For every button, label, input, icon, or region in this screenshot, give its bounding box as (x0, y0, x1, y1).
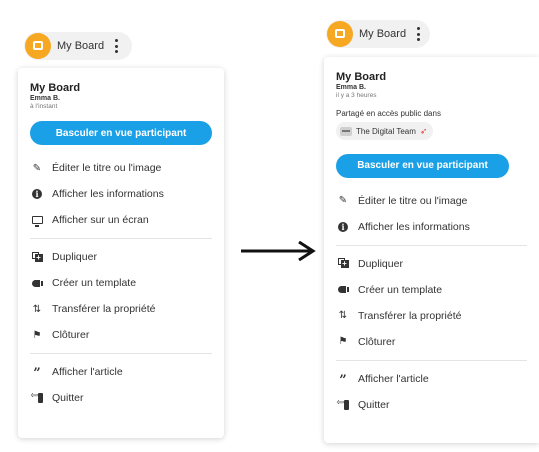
menu-item-label: Éditer le titre ou l'image (52, 162, 162, 174)
menu-item-label: Afficher l'article (52, 366, 123, 378)
menu-item-label: Clôturer (358, 335, 396, 348)
board-timestamp: il y a 3 heures (336, 92, 377, 99)
menu-item-label: Afficher l'article (358, 372, 429, 385)
menu-item-transfer-ownership[interactable]: ⇅ Transférer la propriété (336, 303, 527, 329)
team-chip[interactable]: The Digital Team ➶ (336, 122, 434, 140)
menu-item-label: Dupliquer (358, 257, 403, 270)
menu-item-show-info[interactable]: i Afficher les informations (336, 214, 527, 240)
menu-item-label: Clôturer (52, 329, 90, 341)
team-name: The Digital Team (356, 126, 416, 136)
menu-item-label: Afficher les informations (52, 188, 164, 200)
flag-icon: ⚑ (338, 336, 348, 347)
board-logo-icon (25, 33, 51, 59)
duplicate-icon (336, 257, 350, 271)
menu-item-label: Éditer le titre ou l'image (358, 194, 468, 207)
menu-item-quit[interactable]: Quitter (30, 385, 212, 411)
menu-item-edit-title[interactable]: ✎ Éditer le titre ou l'image (336, 188, 527, 214)
board-owner: Emma B. (336, 84, 366, 91)
menu-item-create-template[interactable]: Créer un template (336, 277, 527, 303)
board-menu-after: My Board Emma B. il y a 3 heures Partagé… (324, 57, 539, 443)
menu-item-close-board[interactable]: ⚑ Clôturer (336, 329, 527, 355)
board-timestamp: à l'instant (30, 103, 58, 110)
shared-public-label: Partagé en accès public dans (336, 109, 441, 118)
quote-icon: ” (33, 366, 41, 381)
duplicate-icon (30, 250, 44, 264)
menu-item-duplicate[interactable]: Dupliquer (30, 244, 212, 270)
switch-participant-view-button[interactable]: Basculer en vue participant (336, 153, 509, 178)
menu-item-transfer-ownership[interactable]: ⇅ Transférer la propriété (30, 296, 212, 322)
kebab-menu-icon[interactable] (112, 38, 120, 54)
board-pill-title: My Board (57, 40, 105, 52)
exit-icon (336, 397, 350, 412)
flag-icon: ⚑ (32, 329, 42, 341)
menu-item-show-info[interactable]: i Afficher les informations (30, 181, 212, 207)
template-icon (30, 276, 44, 290)
menu-item-create-template[interactable]: Créer un template (30, 270, 212, 296)
kebab-menu-icon[interactable] (414, 26, 422, 42)
menu-item-duplicate[interactable]: Dupliquer (336, 251, 527, 277)
info-icon: i (336, 220, 350, 234)
quote-icon: ” (339, 372, 347, 388)
info-icon: i (30, 187, 44, 201)
menu-item-label: Créer un template (52, 277, 137, 289)
menu-item-label: Dupliquer (52, 251, 97, 263)
menu-item-label: Transférer la propriété (358, 309, 462, 322)
template-icon (336, 283, 350, 297)
menu-item-close-board[interactable]: ⚑ Clôturer (30, 322, 212, 348)
menu-item-edit-title[interactable]: ✎ Éditer le titre ou l'image (30, 155, 212, 181)
rocket-icon: ➶ (419, 125, 428, 136)
menu-item-show-article[interactable]: ” Afficher l'article (336, 366, 527, 392)
team-logo-icon (340, 126, 352, 136)
menu-item-label: Quitter (358, 398, 390, 411)
transfer-icon: ⇅ (338, 310, 348, 321)
menu-item-label: Quitter (52, 392, 84, 404)
switch-participant-view-button[interactable]: Basculer en vue participant (30, 121, 212, 145)
menu-item-label: Afficher les informations (358, 220, 470, 233)
board-pill-before[interactable]: My Board (24, 32, 132, 60)
transfer-icon: ⇅ (32, 303, 42, 315)
transition-arrow-icon (241, 241, 316, 261)
board-owner: Emma B. (30, 95, 60, 102)
board-pill-title: My Board (359, 28, 407, 40)
menu-item-label: Afficher sur un écran (52, 214, 149, 226)
menu-item-show-on-screen[interactable]: Afficher sur un écran (30, 207, 212, 233)
menu-item-quit[interactable]: Quitter (336, 392, 527, 418)
board-title: My Board (30, 82, 81, 94)
menu-item-label: Créer un template (358, 283, 443, 296)
exit-icon (30, 390, 44, 405)
board-pill-after[interactable]: My Board (326, 20, 430, 48)
menu-item-label: Transférer la propriété (52, 303, 156, 315)
pencil-icon: ✎ (338, 195, 348, 206)
screen-icon (30, 213, 44, 227)
board-logo-icon (327, 21, 353, 47)
board-menu-before: My Board Emma B. à l'instant Basculer en… (18, 68, 224, 438)
menu-item-show-article[interactable]: ” Afficher l'article (30, 359, 212, 385)
pencil-icon: ✎ (32, 162, 42, 174)
board-title: My Board (336, 71, 387, 83)
